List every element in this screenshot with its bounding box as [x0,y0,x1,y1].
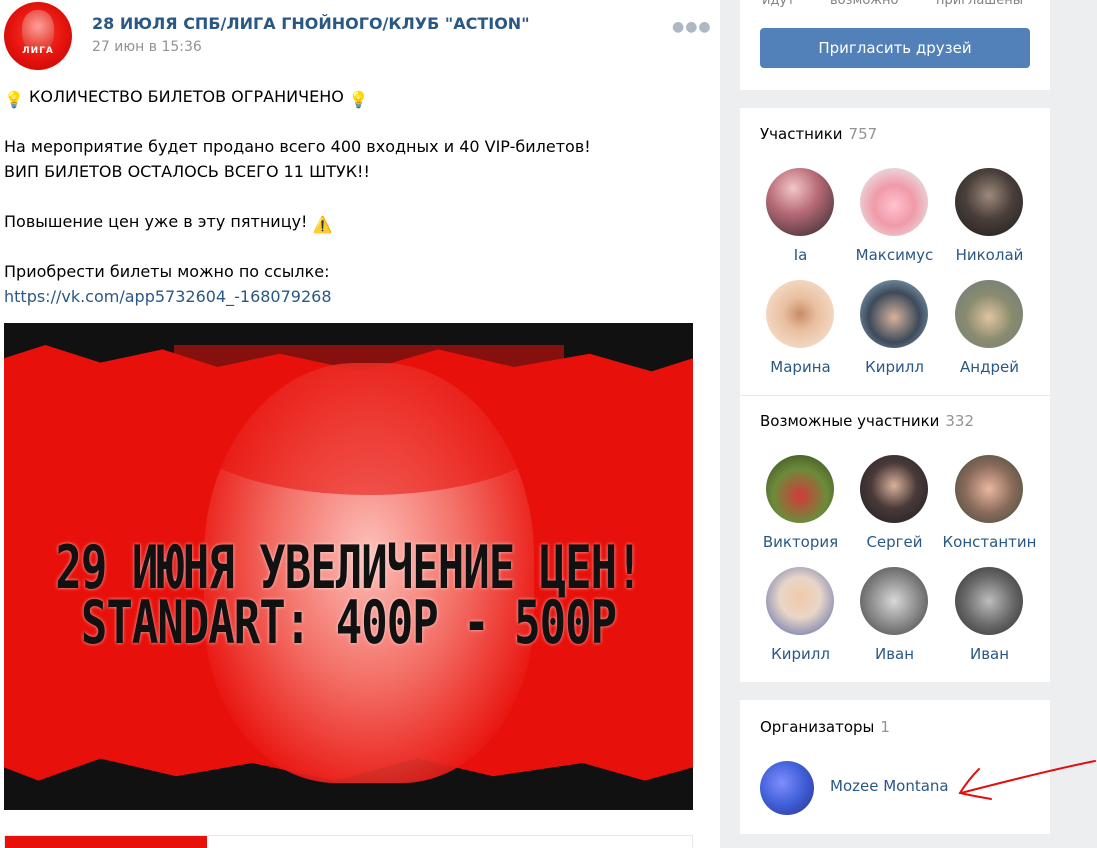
possible-item[interactable]: Сергей [847,455,942,567]
avatar [860,567,928,635]
invite-friends-button[interactable]: Пригласить друзей [760,28,1030,68]
text-line-4: Повышение цен уже в эту пятницу! ⚠️ [4,209,694,234]
avatar-text: ЛИГА [22,46,54,56]
avatar-face [22,10,54,50]
post-header: ЛИГА 28 ИЮЛЯ СПБ/ЛИГА ГНОЙНОГО/КЛУБ "ACT… [4,2,711,70]
warning-icon: ⚠️ [312,215,333,234]
avatar [766,455,834,523]
avatar [955,280,1023,348]
text-line-5: Приобрести билеты можно по ссылке: [4,262,330,281]
organizer-avatar[interactable] [760,761,814,815]
possible-name: Константин [942,533,1037,551]
avatar [860,280,928,348]
organizers-title: Организаторы [760,718,875,736]
avatar [766,567,834,635]
lightbulb-icon: 💡 [348,90,369,109]
possible-name: Виктория [762,533,839,551]
possible-name: Кирилл [771,645,830,663]
poster-price-line: STANDART: 400Р - 500Р [80,589,617,658]
organizers-count: 1 [880,718,890,736]
organizers-header[interactable]: Организаторы 1 [760,718,890,736]
avatar [955,455,1023,523]
possible-name: Сергей [866,533,923,551]
text-line-3: ВИП БИЛЕТОВ ОСТАЛОСЬ ВСЕГО 11 ШТУК!! [4,162,370,181]
possible-header[interactable]: Возможные участники 332 [760,412,974,430]
possible-name: Иван [874,645,915,663]
ticket-link[interactable]: https://vk.com/app5732604_-168079268 [4,287,332,306]
possible-item[interactable]: Иван [847,567,942,679]
poster-hair [174,345,564,495]
stat-invited[interactable]: приглашены [936,0,1023,8]
possible-count: 332 [945,412,975,430]
annotation-arrow [958,760,1096,800]
member-name: Андрей [960,358,1019,376]
poster-image[interactable]: 29 ИЮНЯ УВЕЛИЧЕНИЕ ЦЕН! STANDART: 400Р -… [4,323,693,810]
avatar [955,567,1023,635]
next-attachment[interactable] [4,835,693,848]
member-name: Максимус [855,246,934,264]
members-count: 757 [848,125,878,143]
avatar [860,455,928,523]
member-item[interactable]: Николай [942,168,1037,280]
member-name: Ia [793,246,808,264]
stat-going[interactable]: идут [762,0,795,8]
member-name: Кирилл [865,358,924,376]
group-avatar[interactable]: ЛИГА [4,2,72,70]
wall-post: ЛИГА 28 ИЮЛЯ СПБ/ЛИГА ГНОЙНОГО/КЛУБ "ACT… [0,0,720,848]
limited-tickets-text: КОЛИЧЕСТВО БИЛЕТОВ ОГРАНИЧЕНО [29,87,344,106]
group-name-link[interactable]: 28 ИЮЛЯ СПБ/ЛИГА ГНОЙНОГО/КЛУБ "ACTION" [92,14,530,33]
possible-title: Возможные участники [760,412,940,430]
avatar [860,168,928,236]
invite-card: идут возможно приглашены Пригласить друз… [740,0,1050,90]
possible-item[interactable]: Кирилл [753,567,848,679]
attachment-thumb [5,836,207,848]
post-date[interactable]: 27 июн в 15:36 [92,39,202,55]
member-name: Николай [955,246,1024,264]
members-card: Участники 757 Ia Максимус Николай Марина … [740,108,1050,682]
members-header[interactable]: Участники 757 [760,125,877,143]
member-item[interactable]: Максимус [847,168,942,280]
text-line-2: На мероприятие будет продано всего 400 в… [4,137,591,156]
organizer-name-link[interactable]: Mozee Montana [830,777,949,795]
member-item[interactable]: Андрей [942,280,1037,392]
avatar [766,280,834,348]
lightbulb-icon: 💡 [4,90,24,109]
member-item[interactable]: Марина [753,280,848,392]
divider [740,395,1050,396]
possible-item[interactable]: Константин [942,455,1037,567]
possible-item[interactable]: Виктория [753,455,848,567]
stat-maybe[interactable]: возможно [830,0,898,8]
member-item[interactable]: Ia [753,168,848,280]
member-name: Марина [770,358,831,376]
avatar [766,168,834,236]
text-line-1: 💡 КОЛИЧЕСТВО БИЛЕТОВ ОГРАНИЧЕНО 💡 [4,84,694,109]
members-title: Участники [760,125,843,143]
possible-name: Иван [969,645,1010,663]
post-text: 💡 КОЛИЧЕСТВО БИЛЕТОВ ОГРАНИЧЕНО 💡 На мер… [4,84,694,309]
member-item[interactable]: Кирилл [847,280,942,392]
price-increase-text: Повышение цен уже в эту пятницу! [4,212,308,231]
avatar [955,168,1023,236]
possible-item[interactable]: Иван [942,567,1037,679]
more-options-icon[interactable]: ●●● [672,20,711,34]
